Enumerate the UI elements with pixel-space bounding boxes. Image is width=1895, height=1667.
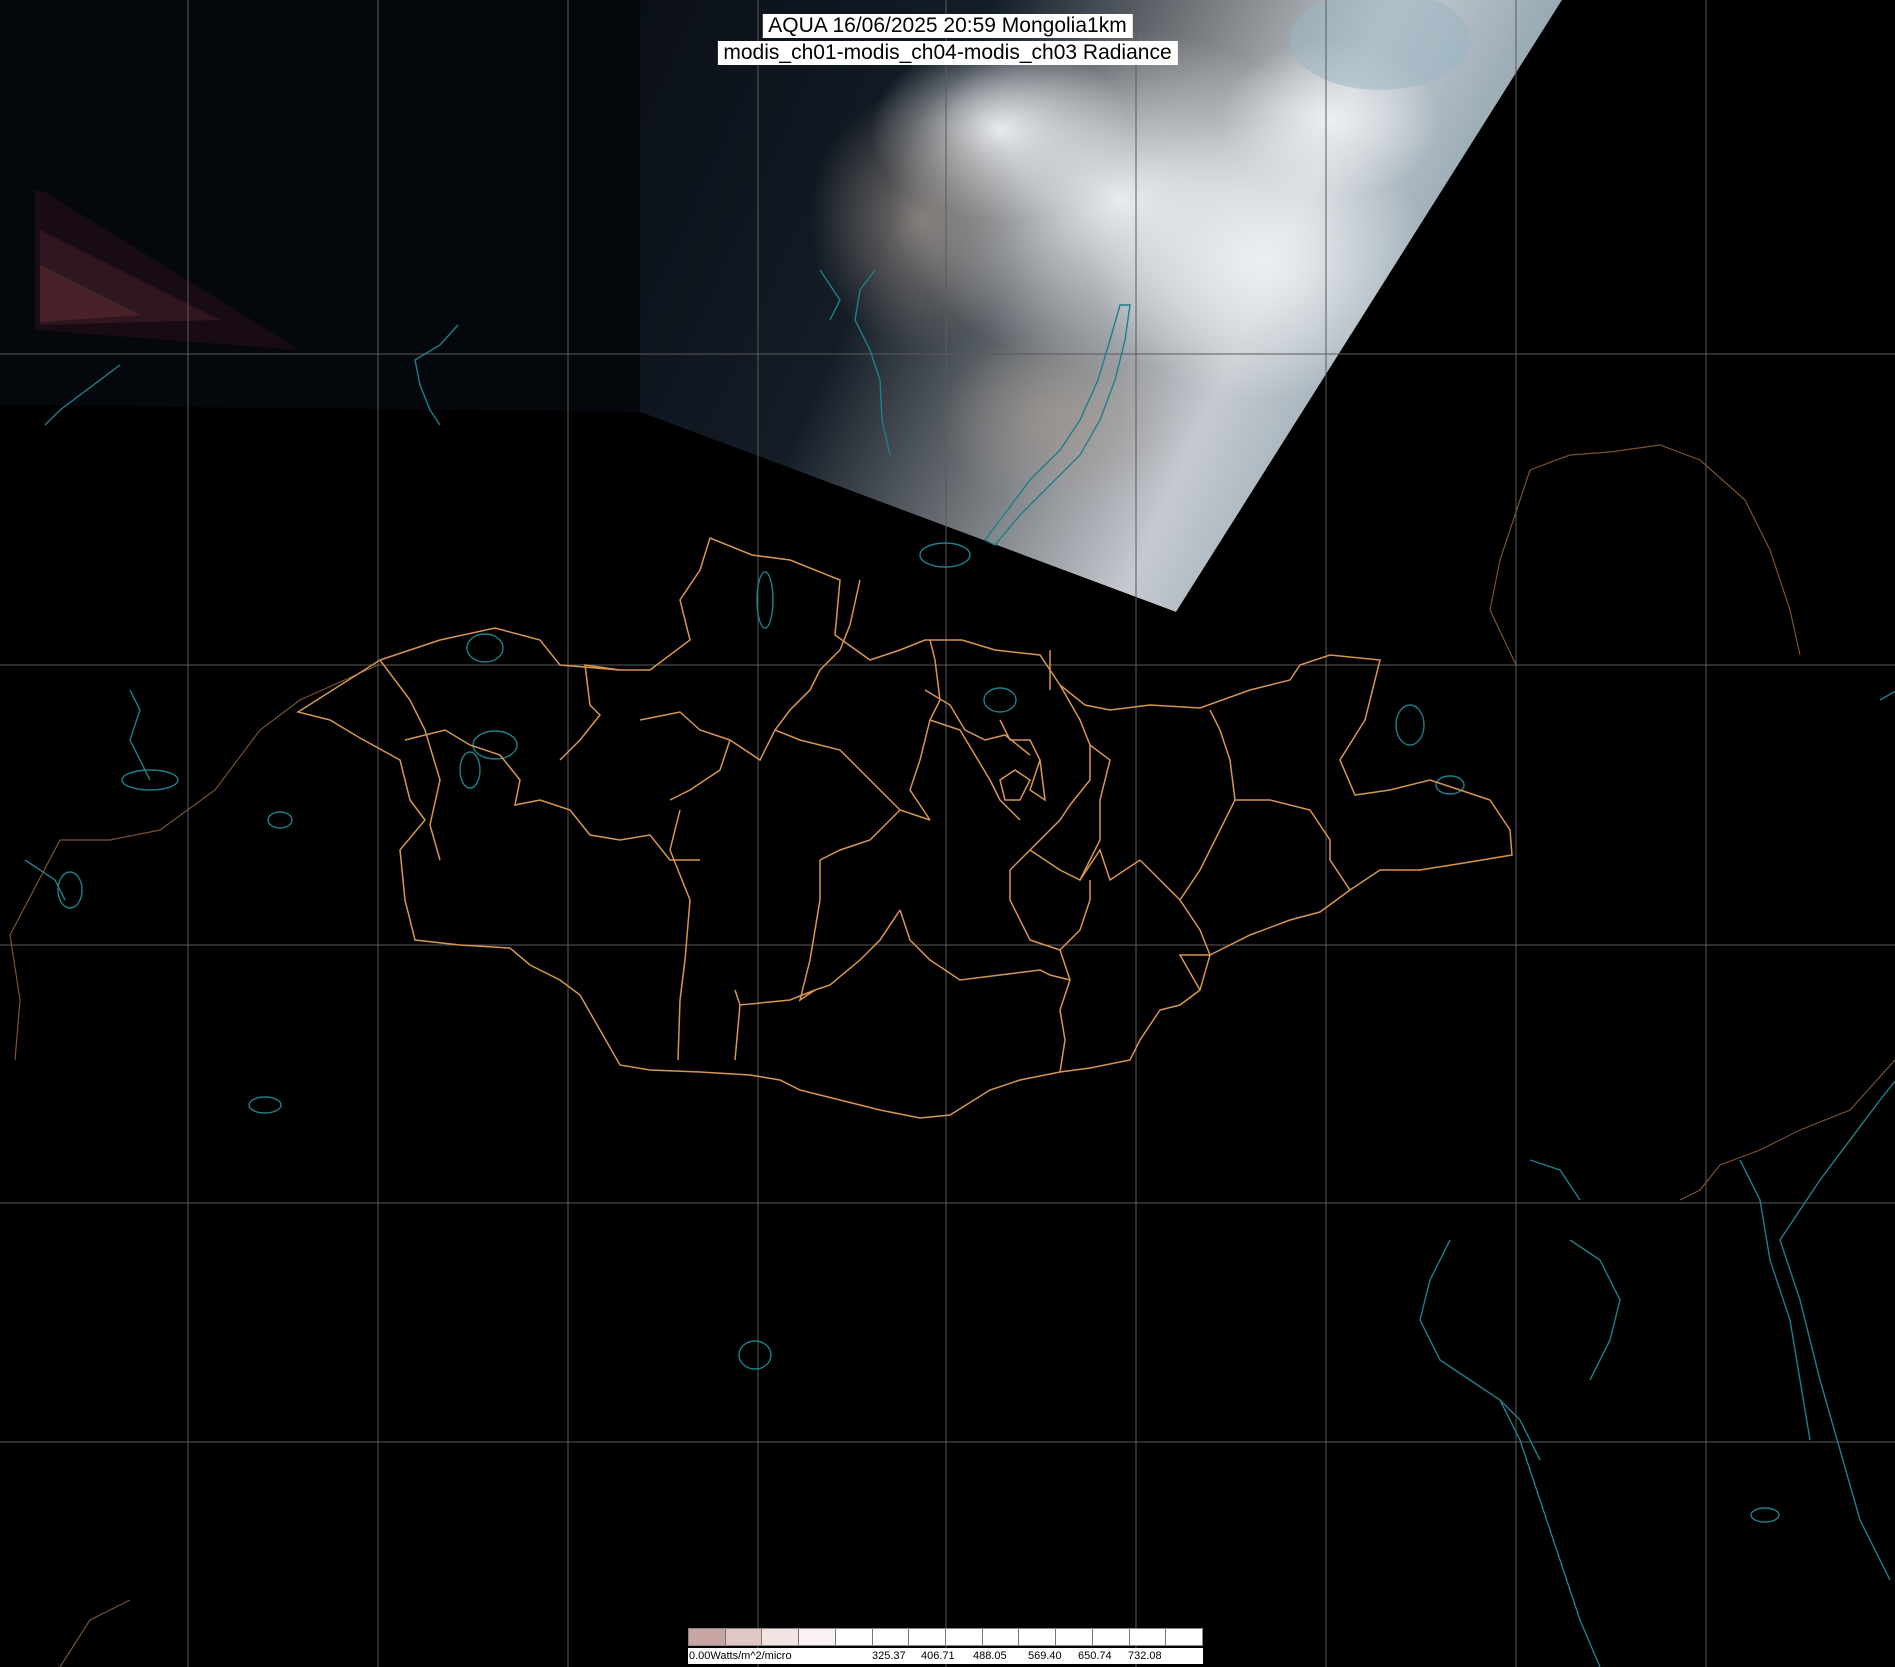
colorbar-tick-label: 406.71 — [921, 1650, 955, 1662]
colorbar-unit-label: 0.00Watts/m^2/micro — [689, 1650, 792, 1662]
colorbar: 0.00Watts/m^2/micro 325.37 406.71 488.05… — [688, 1628, 1203, 1666]
colorbar-tick-label: 732.08 — [1128, 1650, 1162, 1662]
colorbar-tick-label: 569.40 — [1028, 1650, 1062, 1662]
map-title-line-1: AQUA 16/06/2025 20:59 Mongolia1km — [762, 14, 1133, 38]
colorbar-tick-label: 325.37 — [872, 1650, 906, 1662]
colorbar-tick-label: 488.05 — [973, 1650, 1007, 1662]
colorbar-labels: 0.00Watts/m^2/micro 325.37 406.71 488.05… — [688, 1648, 1203, 1664]
colorbar-tick-label: 650.74 — [1078, 1650, 1112, 1662]
colorbar-gradient — [688, 1628, 1203, 1646]
map-title-line-2: modis_ch01-modis_ch04-modis_ch03 Radianc… — [717, 41, 1178, 65]
satellite-map — [0, 0, 1895, 1667]
